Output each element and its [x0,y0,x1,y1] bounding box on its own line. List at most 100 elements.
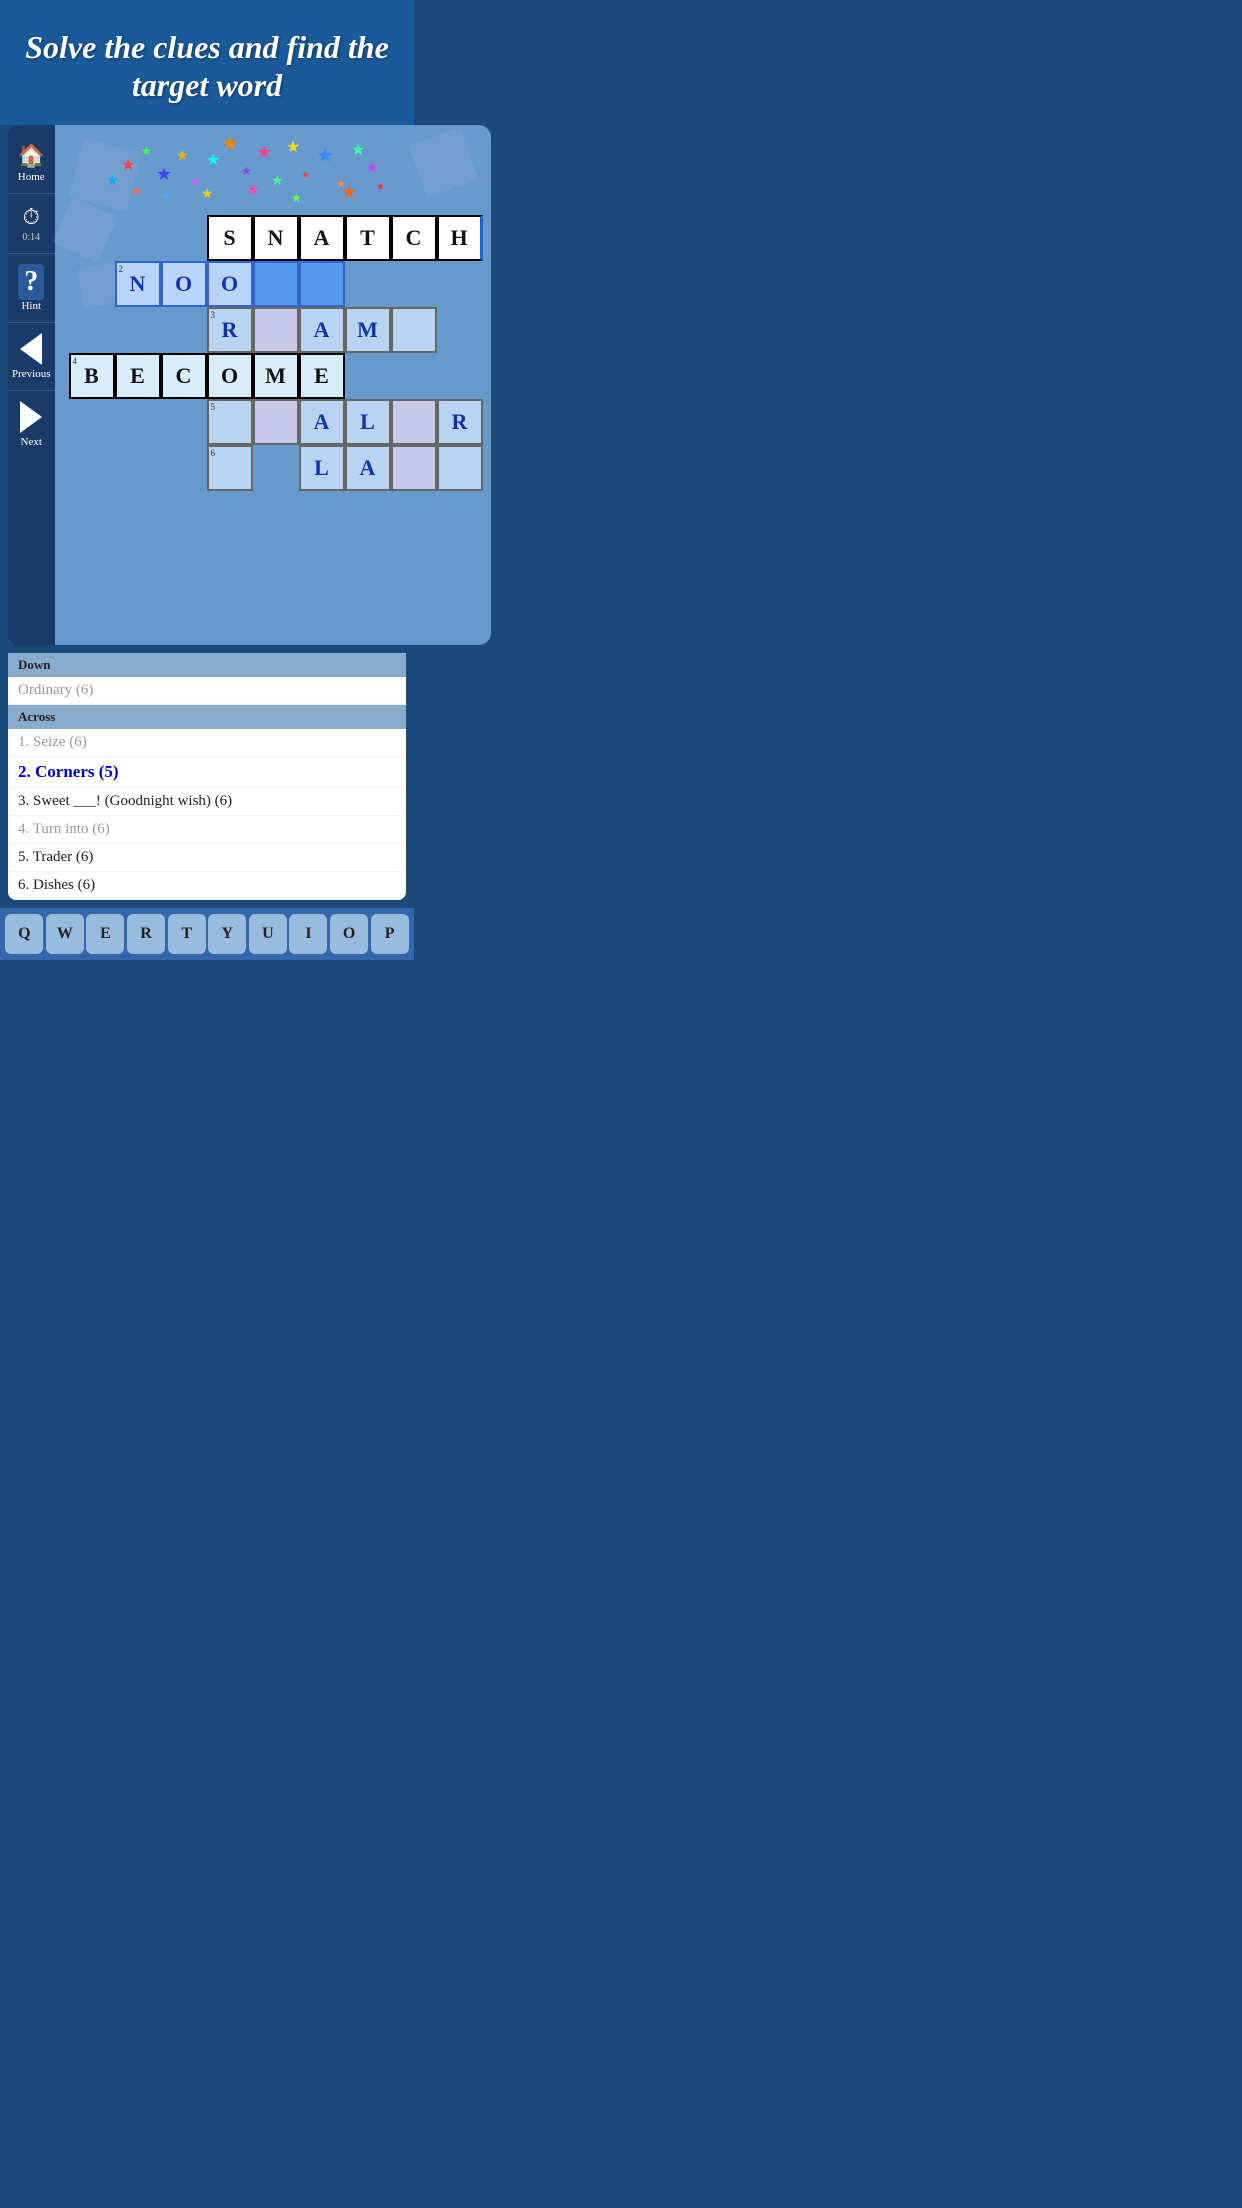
timer-icon: ⏱ [23,204,40,230]
svg-text:★: ★ [286,139,300,156]
table-row[interactable] [437,445,483,491]
stars-decoration: ★ ★ ★ ★ ★ ★ ★ ★ ★ ★ ★ ★ ★ ★ ★ ★ ★ ★ ★ ★ [61,135,483,215]
svg-text:★: ★ [366,161,379,176]
table-row[interactable]: A [299,307,345,353]
clue-across-3[interactable]: 3. Sweet ___! (Goodnight wish) (6) [8,788,406,816]
table-row[interactable] [253,399,299,445]
svg-text:★: ★ [131,184,142,198]
clue-across-1[interactable]: 1. Seize (6) [8,729,406,757]
table-row[interactable] [299,261,345,307]
stars-svg: ★ ★ ★ ★ ★ ★ ★ ★ ★ ★ ★ ★ ★ ★ ★ ★ ★ ★ ★ ★ [101,130,401,210]
table-row[interactable] [253,307,299,353]
table-row[interactable]: E [299,353,345,399]
clues-area: Down Ordinary (6) Across 1. Seize (6) 2.… [8,653,406,900]
next-icon [20,401,42,433]
grid-row-4: 4 B E C [69,353,483,399]
svg-text:★: ★ [351,142,365,159]
sidebar-item-timer: ⏱ 0:14 [8,194,55,254]
svg-text:★: ★ [271,174,284,189]
sidebar: 🏠 Home ⏱ 0:14 ? Hint Previous Next [8,125,55,645]
table-row[interactable]: N [253,215,299,261]
table-row[interactable]: L [345,399,391,445]
game-container: 🏠 Home ⏱ 0:14 ? Hint Previous Next [0,125,414,653]
grid-table: S N A [69,215,483,491]
keyboard: Q W E R T Y U I O P [0,908,414,960]
clue-across-4[interactable]: 4. Turn into (6) [8,816,406,844]
table-row[interactable]: L [299,445,345,491]
sidebar-item-previous[interactable]: Previous [8,323,55,391]
table-row[interactable]: C [161,353,207,399]
svg-text:★: ★ [341,182,357,202]
clue-across-2[interactable]: 2. Corners (5) [8,757,406,788]
table-row[interactable]: H [437,215,483,261]
hint-icon: ? [18,264,44,300]
svg-text:★: ★ [176,149,189,164]
table-row[interactable]: M [253,353,299,399]
table-row[interactable]: O [207,353,253,399]
puzzle-area: ★ ★ ★ ★ ★ ★ ★ ★ ★ ★ ★ ★ ★ ★ ★ ★ ★ ★ ★ ★ [55,125,491,645]
next-label: Next [21,436,42,448]
key-w[interactable]: W [46,914,84,954]
header-title: Solve the clues and find the target word [20,28,394,105]
grid-row-1: S N A [69,215,483,261]
table-row[interactable]: O [207,261,253,307]
table-row[interactable]: 6 [207,445,253,491]
timer-value: 0:14 [22,232,40,243]
key-t[interactable]: T [168,914,206,954]
svg-text:★: ★ [241,164,252,178]
svg-text:★: ★ [246,182,260,199]
table-row[interactable]: O [161,261,207,307]
hint-label: Hint [21,300,41,312]
svg-text:★: ★ [161,192,170,203]
home-label: Home [18,171,45,183]
key-p[interactable]: P [371,914,409,954]
table-row[interactable]: A [299,215,345,261]
clue-across-5[interactable]: 5. Trader (6) [8,844,406,872]
svg-text:★: ★ [156,164,172,184]
key-u[interactable]: U [249,914,287,954]
table-row[interactable]: C [391,215,437,261]
grid-row-2: 2 N O O [69,261,483,307]
sidebar-item-home[interactable]: 🏠 Home [8,133,55,194]
grid-row-3: 3 R A [69,307,483,353]
key-r[interactable]: R [127,914,165,954]
svg-text:★: ★ [316,145,334,167]
table-row[interactable]: R [437,399,483,445]
table-row[interactable] [391,399,437,445]
header: Solve the clues and find the target word [0,0,414,125]
table-row[interactable] [253,261,299,307]
table-row[interactable]: 4 B [69,353,115,399]
table-row[interactable]: 2 N [115,261,161,307]
key-i[interactable]: I [289,914,327,954]
svg-text:★: ★ [141,144,152,158]
svg-text:★: ★ [201,187,214,202]
svg-text:★: ★ [206,152,220,169]
svg-text:★: ★ [301,170,310,181]
table-row[interactable]: T [345,215,391,261]
table-row[interactable]: 3 R [207,307,253,353]
table-row[interactable]: 5 [207,399,253,445]
key-y[interactable]: Y [208,914,246,954]
table-row[interactable] [391,445,437,491]
table-row[interactable]: E [115,353,161,399]
table-row[interactable]: M [345,307,391,353]
clue-down-1[interactable]: Ordinary (6) [8,677,406,705]
table-row[interactable]: A [299,399,345,445]
svg-text:★: ★ [256,142,272,162]
grid-row-5: 5 A L [69,399,483,445]
sidebar-item-next[interactable]: Next [8,391,55,458]
grid-row-6: 6 L A [69,445,483,491]
table-row[interactable] [391,307,437,353]
sidebar-item-hint[interactable]: ? Hint [8,254,55,323]
table-row[interactable]: S [207,215,253,261]
key-o[interactable]: O [330,914,368,954]
key-q[interactable]: Q [5,914,43,954]
previous-icon [20,333,42,365]
previous-label: Previous [12,368,51,380]
clue-across-6[interactable]: 6. Dishes (6) [8,872,406,900]
key-e[interactable]: E [86,914,124,954]
down-header: Down [8,653,406,677]
across-header: Across [8,705,406,729]
crossword-grid[interactable]: S N A [61,215,483,491]
table-row[interactable]: A [345,445,391,491]
